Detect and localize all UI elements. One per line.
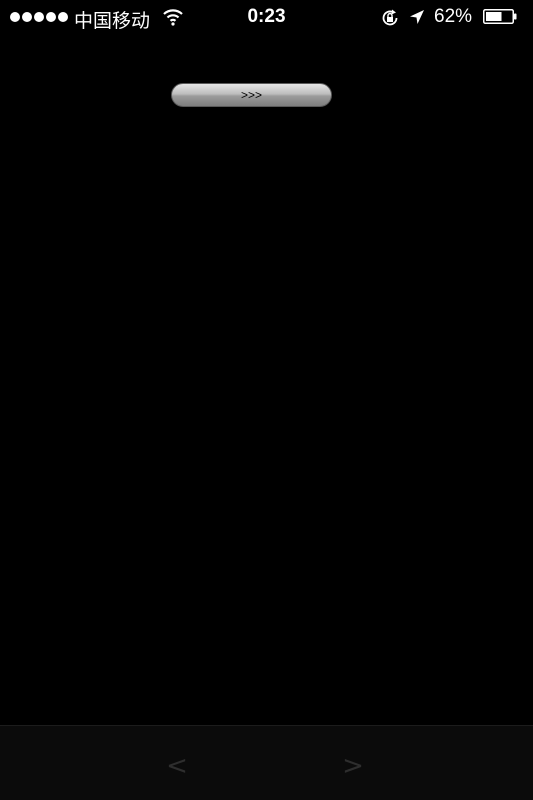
bottom-toolbar: < >	[0, 725, 533, 800]
back-button[interactable]: <	[157, 746, 197, 786]
battery-icon	[483, 9, 517, 24]
location-arrow-icon	[410, 10, 424, 24]
battery-level-fill	[486, 12, 502, 21]
status-bar: 中国移动 0:23 62%	[0, 0, 533, 36]
next-button[interactable]: >>>	[171, 83, 332, 107]
rotation-lock-icon	[382, 9, 398, 26]
forward-button[interactable]: >	[333, 746, 373, 786]
battery-percent: 62%	[434, 6, 473, 27]
